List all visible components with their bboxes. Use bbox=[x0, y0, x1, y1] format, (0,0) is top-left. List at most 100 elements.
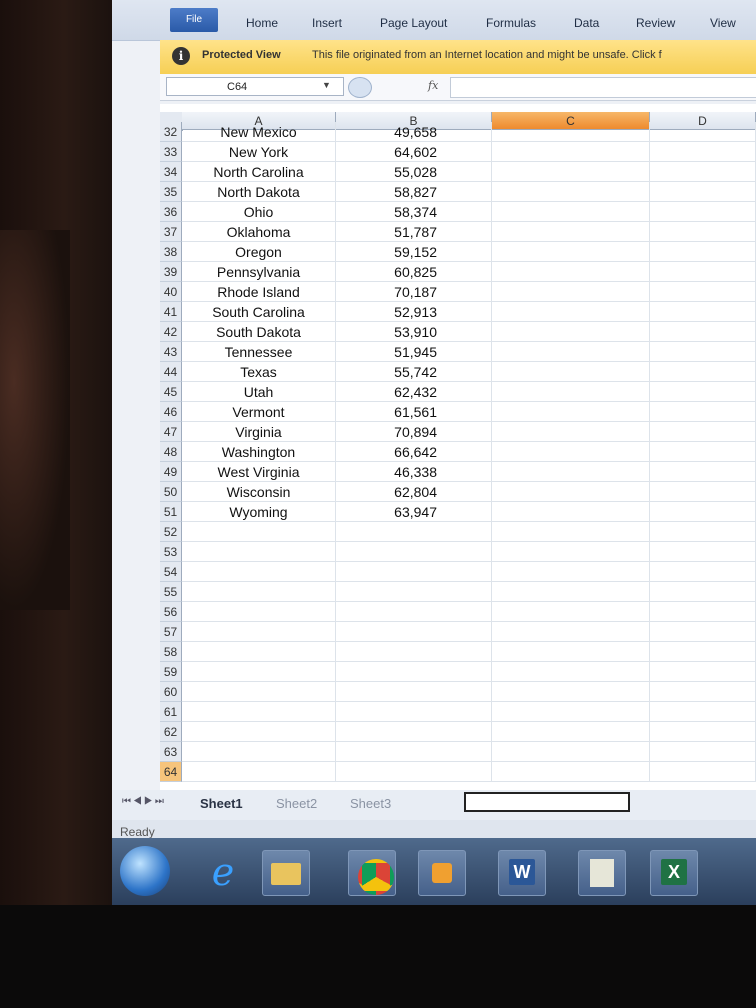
cell-b[interactable]: 66,642 bbox=[336, 442, 492, 462]
row-header[interactable]: 52 bbox=[160, 522, 182, 542]
name-box[interactable]: C64 bbox=[166, 77, 344, 96]
cell-c[interactable] bbox=[492, 422, 650, 442]
cell-a[interactable]: North Dakota bbox=[182, 182, 336, 202]
cell-a[interactable] bbox=[182, 642, 336, 662]
cell-c[interactable] bbox=[492, 342, 650, 362]
row-header[interactable]: 51 bbox=[160, 502, 182, 522]
cell-a[interactable] bbox=[182, 622, 336, 642]
cell-d[interactable] bbox=[650, 282, 756, 302]
cell-d[interactable] bbox=[650, 702, 756, 722]
cell-a[interactable]: New Mexico bbox=[182, 122, 336, 142]
cell-c[interactable] bbox=[492, 602, 650, 622]
start-orb-icon[interactable] bbox=[120, 846, 170, 896]
cell-d[interactable] bbox=[650, 402, 756, 422]
row-header[interactable]: 54 bbox=[160, 562, 182, 582]
cell-b[interactable]: 58,827 bbox=[336, 182, 492, 202]
cell-a[interactable]: South Dakota bbox=[182, 322, 336, 342]
cell-d[interactable] bbox=[650, 562, 756, 582]
row-header[interactable]: 32 bbox=[160, 122, 182, 142]
cell-a[interactable] bbox=[182, 602, 336, 622]
cell-c[interactable] bbox=[492, 642, 650, 662]
cell-a[interactable]: Utah bbox=[182, 382, 336, 402]
cell-c[interactable] bbox=[492, 182, 650, 202]
cell-a[interactable]: West Virginia bbox=[182, 462, 336, 482]
cell-b[interactable]: 70,187 bbox=[336, 282, 492, 302]
cell-d[interactable] bbox=[650, 602, 756, 622]
cell-c[interactable] bbox=[492, 542, 650, 562]
row-header[interactable]: 61 bbox=[160, 702, 182, 722]
sheet-tab-3[interactable]: Sheet3 bbox=[350, 796, 391, 811]
cell-b[interactable]: 61,561 bbox=[336, 402, 492, 422]
cell-d[interactable] bbox=[650, 202, 756, 222]
tab-data[interactable]: Data bbox=[574, 16, 599, 30]
tab-review[interactable]: Review bbox=[636, 16, 675, 30]
cell-a[interactable] bbox=[182, 762, 336, 782]
internet-explorer-icon[interactable]: e bbox=[200, 850, 246, 894]
cell-d[interactable] bbox=[650, 542, 756, 562]
cell-b[interactable]: 62,432 bbox=[336, 382, 492, 402]
cell-a[interactable] bbox=[182, 722, 336, 742]
row-header[interactable]: 57 bbox=[160, 622, 182, 642]
insert-function-button[interactable]: fx bbox=[428, 79, 438, 92]
cell-c[interactable] bbox=[492, 382, 650, 402]
cell-a[interactable] bbox=[182, 662, 336, 682]
cell-a[interactable]: Wisconsin bbox=[182, 482, 336, 502]
cell-a[interactable]: Vermont bbox=[182, 402, 336, 422]
cell-c[interactable] bbox=[492, 262, 650, 282]
cell-b[interactable] bbox=[336, 602, 492, 622]
cell-d[interactable] bbox=[650, 722, 756, 742]
cell-c[interactable] bbox=[492, 302, 650, 322]
cell-b[interactable] bbox=[336, 662, 492, 682]
row-header[interactable]: 48 bbox=[160, 442, 182, 462]
row-header[interactable]: 37 bbox=[160, 222, 182, 242]
cell-d[interactable] bbox=[650, 382, 756, 402]
chevron-down-icon[interactable]: ▼ bbox=[322, 80, 331, 90]
row-header[interactable]: 38 bbox=[160, 242, 182, 262]
cell-b[interactable]: 63,947 bbox=[336, 502, 492, 522]
cell-d[interactable] bbox=[650, 242, 756, 262]
cell-d[interactable] bbox=[650, 502, 756, 522]
cell-c[interactable] bbox=[492, 242, 650, 262]
row-header[interactable]: 64 bbox=[160, 762, 182, 782]
cell-c[interactable] bbox=[492, 722, 650, 742]
row-header[interactable]: 55 bbox=[160, 582, 182, 602]
row-header[interactable]: 42 bbox=[160, 322, 182, 342]
cell-d[interactable] bbox=[650, 482, 756, 502]
row-header[interactable]: 49 bbox=[160, 462, 182, 482]
formula-input[interactable] bbox=[450, 77, 756, 98]
cell-b[interactable] bbox=[336, 742, 492, 762]
row-header[interactable]: 58 bbox=[160, 642, 182, 662]
sheet-nav-arrows-icon[interactable]: ⏮◀▶⏭ bbox=[122, 796, 166, 807]
cell-b[interactable] bbox=[336, 702, 492, 722]
cell-a[interactable]: Tennessee bbox=[182, 342, 336, 362]
cell-d[interactable] bbox=[650, 362, 756, 382]
cell-d[interactable] bbox=[650, 522, 756, 542]
cell-c[interactable] bbox=[492, 142, 650, 162]
cell-d[interactable] bbox=[650, 462, 756, 482]
cell-a[interactable]: Texas bbox=[182, 362, 336, 382]
tab-insert[interactable]: Insert bbox=[312, 16, 342, 30]
cell-b[interactable]: 51,787 bbox=[336, 222, 492, 242]
outlook-icon[interactable] bbox=[418, 850, 466, 896]
cell-b[interactable]: 55,028 bbox=[336, 162, 492, 182]
cell-b[interactable] bbox=[336, 522, 492, 542]
cell-a[interactable] bbox=[182, 582, 336, 602]
cell-d[interactable] bbox=[650, 742, 756, 762]
folder-icon[interactable] bbox=[262, 850, 310, 896]
cell-b[interactable] bbox=[336, 542, 492, 562]
row-header[interactable]: 50 bbox=[160, 482, 182, 502]
row-header[interactable]: 35 bbox=[160, 182, 182, 202]
cell-b[interactable]: 70,894 bbox=[336, 422, 492, 442]
row-header[interactable]: 43 bbox=[160, 342, 182, 362]
cell-b[interactable] bbox=[336, 582, 492, 602]
cell-d[interactable] bbox=[650, 582, 756, 602]
cell-c[interactable] bbox=[492, 742, 650, 762]
cell-d[interactable] bbox=[650, 222, 756, 242]
row-header[interactable]: 34 bbox=[160, 162, 182, 182]
cell-d[interactable] bbox=[650, 442, 756, 462]
cell-a[interactable]: Wyoming bbox=[182, 502, 336, 522]
sheet-tab-1[interactable]: Sheet1 bbox=[200, 796, 243, 811]
cell-a[interactable] bbox=[182, 702, 336, 722]
tab-view[interactable]: View bbox=[710, 16, 736, 30]
cell-a[interactable]: Oklahoma bbox=[182, 222, 336, 242]
